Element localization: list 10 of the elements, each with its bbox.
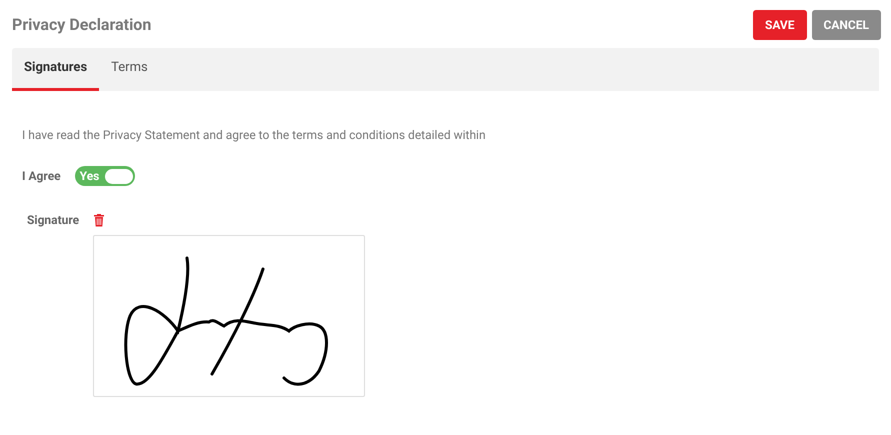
cancel-button[interactable]: CANCEL <box>812 10 881 40</box>
agree-toggle[interactable]: Yes <box>74 166 135 186</box>
tab[interactable]: Signatures <box>12 48 100 91</box>
signature-label: Signature <box>27 212 80 229</box>
save-button[interactable]: SAVE <box>752 10 807 40</box>
trash-icon[interactable] <box>93 213 106 227</box>
tab[interactable]: Terms <box>99 48 160 91</box>
page-title: Privacy Declaration <box>12 14 152 36</box>
agree-label: I Agree <box>22 168 61 185</box>
statement-text: I have read the Privacy Statement and agree to the terms and conditions detailed within <box>22 127 487 144</box>
